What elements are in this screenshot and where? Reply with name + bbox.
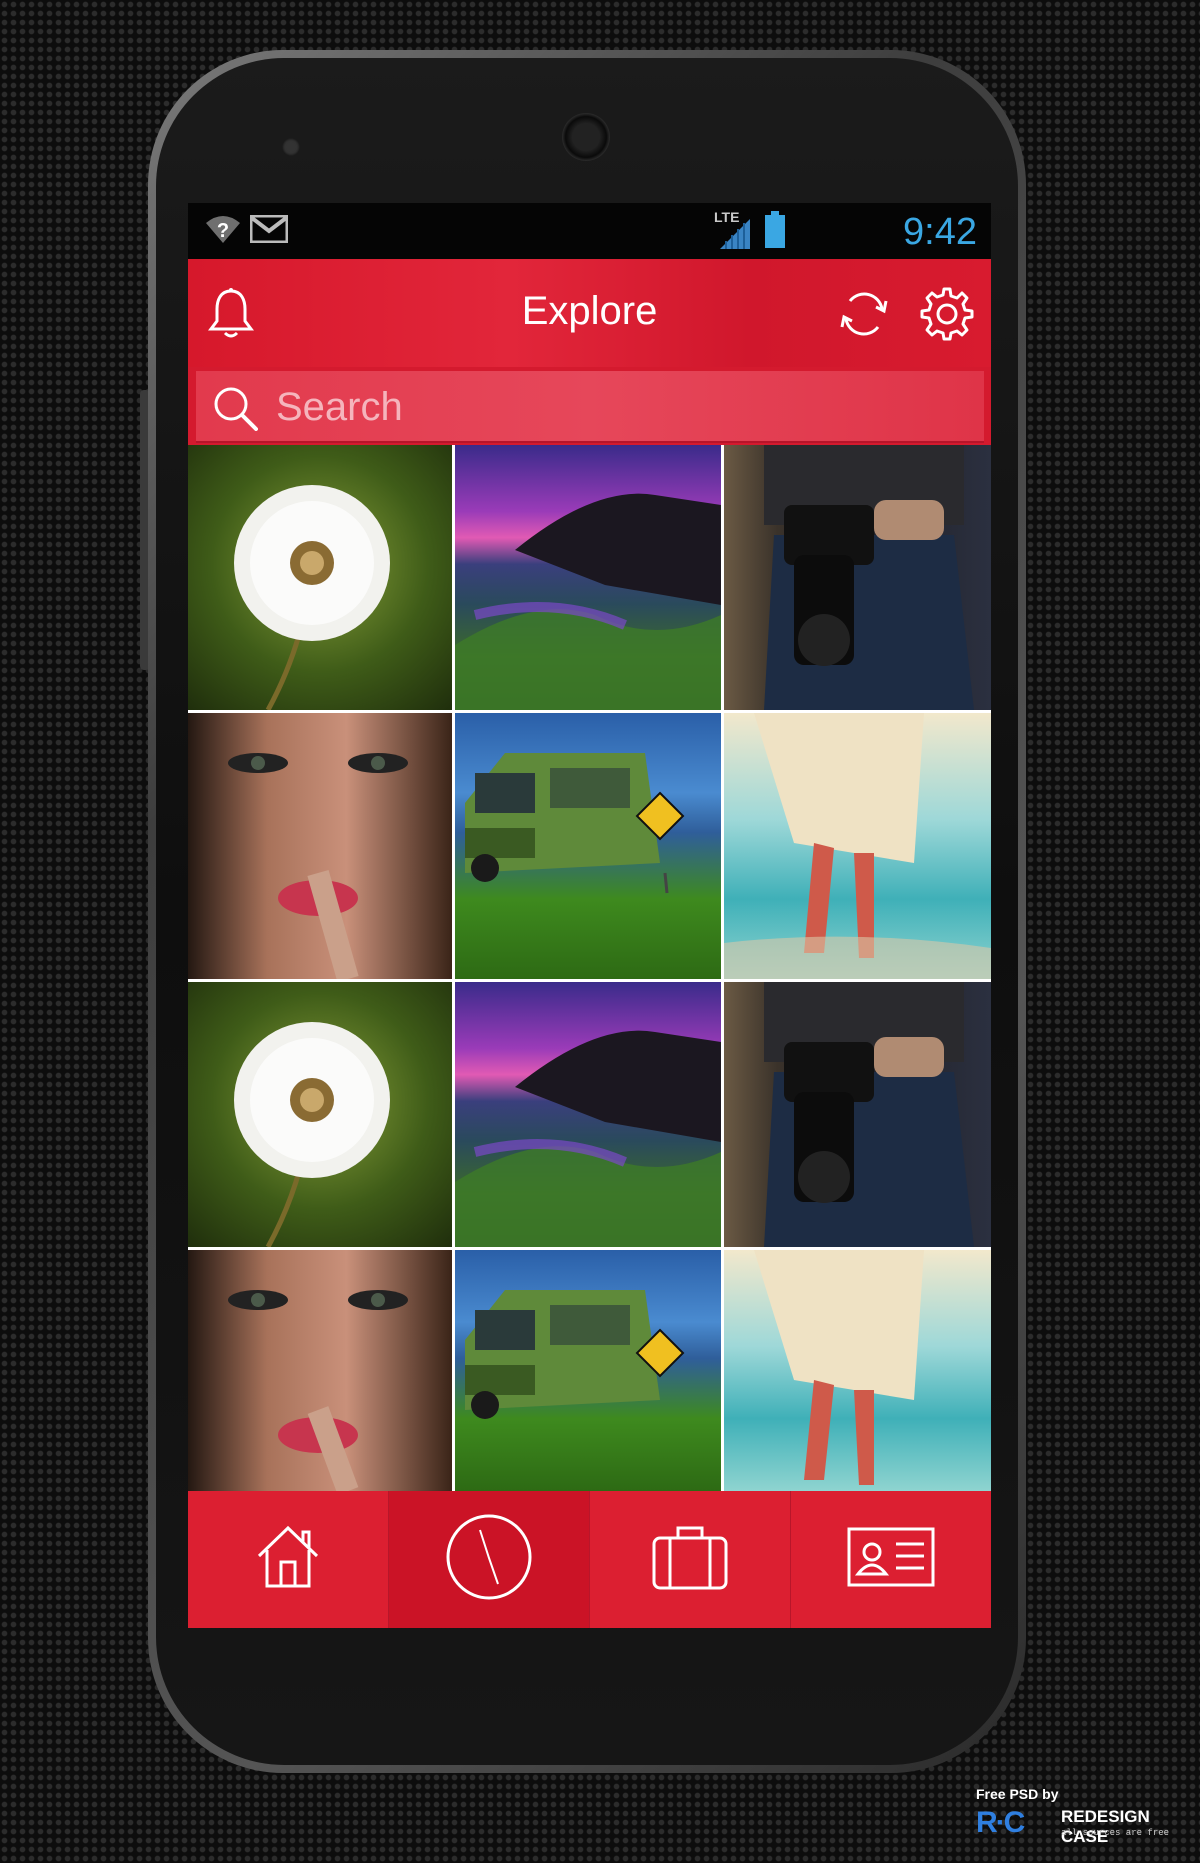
- photo-tile-green-van[interactable]: [455, 1250, 721, 1491]
- search-icon: [212, 385, 258, 436]
- photo-tile-walking-on-beach[interactable]: [724, 1250, 991, 1491]
- nav-explore[interactable]: [389, 1491, 589, 1628]
- nav-home[interactable]: [188, 1491, 388, 1628]
- front-camera: [562, 113, 610, 161]
- search-bar-container: Search: [188, 367, 991, 445]
- nav-briefcase[interactable]: [590, 1491, 790, 1628]
- photo-tile-purple-sunset-coast[interactable]: [455, 445, 721, 710]
- screen: ? LTE 9:42 Explore Search: [188, 203, 991, 1628]
- home-icon: [253, 1522, 323, 1597]
- photo-tile-woman-portrait[interactable]: [188, 713, 452, 979]
- credit-tagline: all sources are free: [1061, 1828, 1170, 1838]
- briefcase-icon: [650, 1522, 730, 1597]
- svg-text:?: ?: [217, 220, 229, 242]
- wifi-unknown-icon: ?: [204, 213, 242, 250]
- credit-caption: Free PSD by: [976, 1786, 1059, 1802]
- gmail-icon: [249, 214, 289, 248]
- gear-icon[interactable]: [918, 285, 976, 348]
- photo-grid: [188, 445, 991, 1491]
- redesign-case-logo: R·C: [976, 1806, 1025, 1839]
- clock: 9:42: [903, 211, 977, 253]
- photo-tile-dandelion[interactable]: [188, 445, 452, 710]
- photo-tile-walking-on-beach[interactable]: [724, 713, 991, 979]
- nav-profile[interactable]: [791, 1491, 991, 1628]
- search-input[interactable]: Search: [196, 371, 984, 443]
- bottom-nav: [188, 1491, 991, 1628]
- photo-tile-woman-with-camera[interactable]: [724, 982, 991, 1247]
- battery-icon: [764, 211, 786, 254]
- photo-tile-woman-portrait[interactable]: [188, 1250, 452, 1491]
- signal-icon: [718, 217, 752, 254]
- search-placeholder: Search: [276, 385, 403, 429]
- id-card-icon: [846, 1526, 936, 1593]
- photo-tile-purple-sunset-coast[interactable]: [455, 982, 721, 1247]
- credit-name: REDESIGN CASE: [1061, 1807, 1150, 1846]
- status-bar: ? LTE 9:42: [188, 203, 991, 259]
- sync-icon[interactable]: [838, 287, 892, 346]
- photo-tile-dandelion[interactable]: [188, 982, 452, 1247]
- app-bar: Explore: [188, 259, 991, 367]
- proximity-sensor: [282, 138, 300, 156]
- photo-tile-green-van[interactable]: [455, 713, 721, 979]
- compass-icon: [444, 1512, 534, 1607]
- photo-tile-woman-with-camera[interactable]: [724, 445, 991, 710]
